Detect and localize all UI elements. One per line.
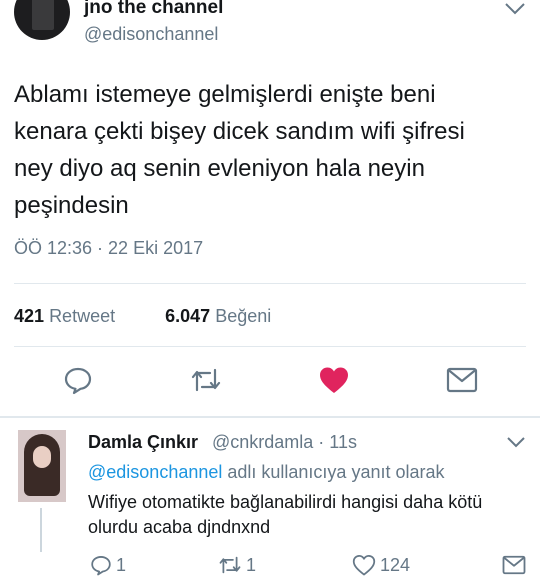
- message-icon[interactable]: [446, 364, 478, 396]
- heart-icon: [352, 554, 376, 576]
- tweet-text-line: ney diyo aq senin evleniyon hala neyin: [14, 155, 425, 182]
- chevron-down-icon[interactable]: [504, 2, 526, 21]
- tweet-text-line: Ablamı istemeye gelmişlerdi enişte beni: [14, 81, 436, 108]
- reply-to-text: adlı kullanıcıya yanıt olarak: [222, 462, 445, 482]
- reply-context: @edisonchannel adlı kullanıcıya yanıt ol…: [88, 462, 445, 483]
- avatar[interactable]: [14, 0, 70, 40]
- reply-text-line: Wifiye otomatikte bağlanabilirdi hangisi…: [88, 492, 483, 512]
- avatar[interactable]: [18, 430, 66, 502]
- reply-handle-time[interactable]: @cnkrdamla · 11s: [212, 432, 357, 453]
- tweet-timestamp[interactable]: ÖÖ 12:36 · 22 Eki 2017: [14, 238, 203, 259]
- reply-icon[interactable]: [62, 364, 94, 396]
- like-count[interactable]: 6.047: [165, 306, 210, 326]
- heart-icon[interactable]: [318, 364, 350, 396]
- reply-text-line: olurdu acaba djndnxnd: [88, 517, 271, 537]
- reply-to-mention[interactable]: @edisonchannel: [88, 462, 222, 482]
- user-handle[interactable]: @edisonchannel: [84, 24, 218, 45]
- retweet-label[interactable]: Retweet: [49, 306, 115, 326]
- divider: [0, 416, 540, 418]
- divider: [14, 346, 526, 347]
- tweet-stats: 421 Retweet 6.047 Beğeni: [14, 306, 271, 327]
- reply-like-count: 124: [380, 554, 411, 575]
- message-icon[interactable]: [502, 553, 530, 577]
- main-tweet: jno the channel @edisonchannel Ablamı is…: [0, 0, 540, 410]
- display-name[interactable]: jno the channel: [84, 0, 223, 19]
- like-label[interactable]: Beğeni: [215, 306, 271, 326]
- reply-retweet-count: 1: [246, 554, 257, 575]
- reply-count: 1: [116, 554, 127, 575]
- chevron-down-icon[interactable]: [506, 436, 526, 454]
- reply-action[interactable]: 1: [90, 553, 126, 577]
- like-action[interactable]: 124: [352, 553, 410, 577]
- tweet-text: Ablamı istemeye gelmişlerdi enişte beni …: [14, 76, 514, 224]
- reply-icon: [91, 556, 111, 576]
- retweet-icon[interactable]: [190, 364, 222, 396]
- retweet-action[interactable]: 1: [218, 553, 256, 577]
- reply-display-name[interactable]: Damla Çınkır: [88, 432, 198, 453]
- reply-text: Wifiye otomatikte bağlanabilirdi hangisi…: [88, 490, 528, 540]
- tweet-text-line: peşindesin: [14, 192, 129, 219]
- retweet-icon: [219, 556, 241, 574]
- tweet-text-line: kenara çekti bişey dicek sandım wifi şif…: [14, 118, 465, 145]
- retweet-count[interactable]: 421: [14, 306, 44, 326]
- divider: [14, 283, 526, 284]
- thread-line: [40, 508, 42, 552]
